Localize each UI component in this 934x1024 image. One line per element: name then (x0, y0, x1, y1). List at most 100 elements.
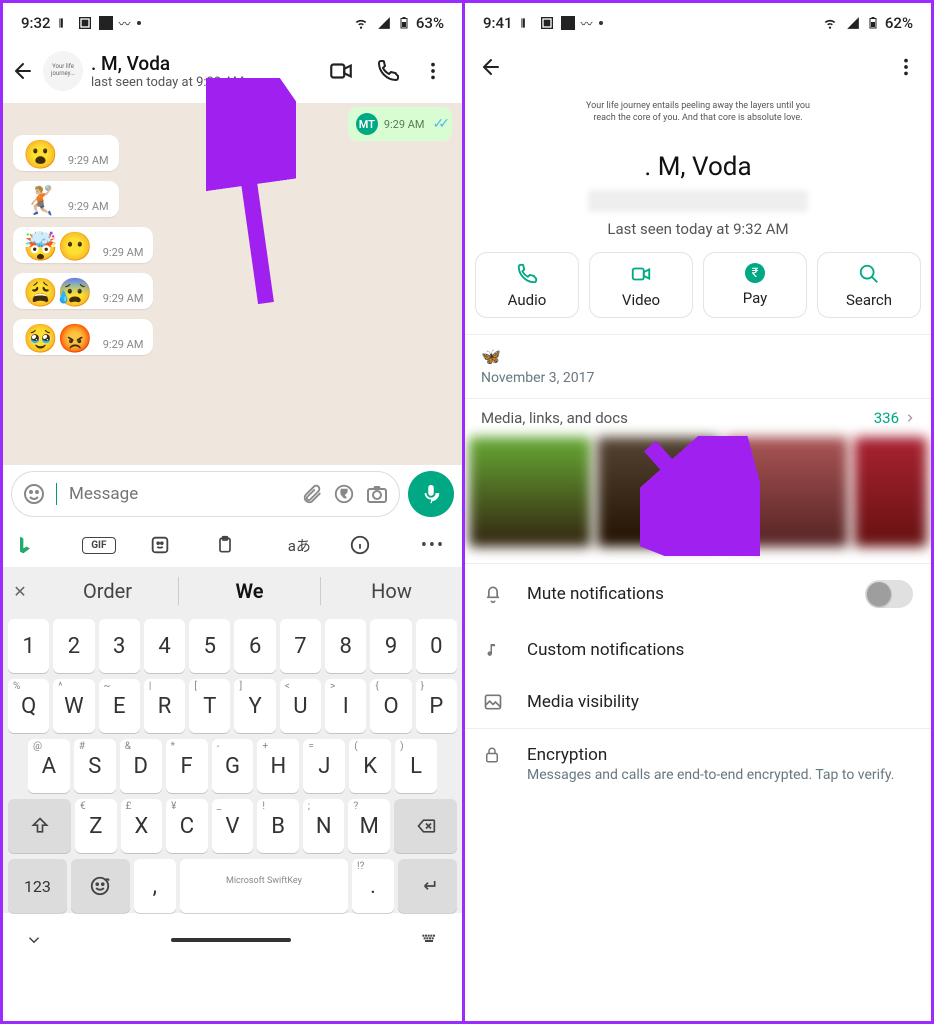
collapse-keyboard[interactable] (25, 931, 43, 949)
comma-key[interactable]: , (134, 859, 176, 913)
symbols-key[interactable]: 123 (8, 859, 67, 913)
key-3[interactable]: 3 (99, 619, 140, 673)
emoji-picker-icon[interactable] (22, 482, 46, 506)
key-v[interactable]: _V (212, 799, 254, 853)
contact-title-area[interactable]: . M, Voda last seen today at 9:32 AM (91, 52, 328, 90)
key-o[interactable]: {O (370, 679, 411, 733)
key-a[interactable]: @A (28, 739, 70, 793)
encryption-row[interactable]: Encryption Messages and calls are end-to… (465, 729, 931, 799)
incoming-message[interactable]: 🥹😡9:29 AM (13, 319, 153, 355)
voice-call-button[interactable] (376, 59, 400, 83)
key-x[interactable]: £X (121, 799, 163, 853)
translate-icon[interactable]: aあ (282, 535, 316, 556)
emoji-key[interactable] (71, 859, 130, 913)
key-i[interactable]: >I (325, 679, 366, 733)
clipboard-icon[interactable] (215, 534, 249, 556)
status-dot (599, 21, 603, 25)
more-menu-button[interactable] (895, 56, 917, 78)
about-section[interactable]: 🦋 November 3, 2017 (465, 335, 931, 399)
period-key[interactable]: !?. (352, 859, 394, 913)
gif-icon[interactable]: GIF (82, 537, 116, 554)
key-7[interactable]: 7 (280, 619, 321, 673)
key-0[interactable]: 0 (416, 619, 457, 673)
video-call-button[interactable]: Video (589, 252, 693, 318)
suggestion-word[interactable]: Order (37, 567, 178, 615)
shift-key[interactable] (8, 799, 71, 853)
key-k[interactable]: (K (349, 739, 391, 793)
sticker-icon[interactable] (149, 534, 183, 556)
key-9[interactable]: 9 (370, 619, 411, 673)
key-e[interactable]: ~E (99, 679, 140, 733)
dismiss-suggestions[interactable]: ✕ (3, 567, 37, 615)
key-2[interactable]: 2 (53, 619, 94, 673)
profile-picture[interactable]: Your life journey entails peeling away t… (583, 95, 813, 124)
settings-info-icon[interactable] (349, 534, 383, 556)
incoming-message[interactable]: 😮9:29 AM (13, 135, 119, 171)
key-b[interactable]: !B (257, 799, 299, 853)
mute-toggle[interactable] (865, 580, 913, 608)
key-y[interactable]: ]Y (234, 679, 275, 733)
key-u[interactable]: <U (280, 679, 321, 733)
key-j[interactable]: =J (303, 739, 345, 793)
key-4[interactable]: 4 (144, 619, 185, 673)
custom-notifications-row[interactable]: Custom notifications (465, 624, 931, 676)
voice-message-button[interactable] (408, 471, 454, 517)
media-thumbnail[interactable] (854, 437, 927, 547)
key-z[interactable]: €Z (75, 799, 117, 853)
media-thumbnail[interactable] (725, 437, 847, 547)
svg-text:₹: ₹ (341, 488, 347, 501)
key-c[interactable]: ¥C (166, 799, 208, 853)
outgoing-message[interactable]: MT 9:29 AM ✓✓ (348, 107, 452, 141)
message-text-field[interactable] (69, 484, 291, 504)
attach-icon[interactable] (301, 483, 323, 505)
incoming-message[interactable]: 🤾🏼9:29 AM (13, 181, 119, 217)
suggestion-word[interactable]: How (321, 567, 462, 615)
key-6[interactable]: 6 (234, 619, 275, 673)
media-links-docs-row[interactable]: Media, links, and docs 336 (465, 399, 931, 437)
key-g[interactable]: -G (212, 739, 254, 793)
audio-call-button[interactable]: Audio (475, 252, 579, 318)
messages-area[interactable]: MT 9:29 AM ✓✓ 😮9:29 AM 🤾🏼9:29 AM 🤯😶9:29 … (3, 103, 462, 465)
key-5[interactable]: 5 (189, 619, 230, 673)
back-button[interactable] (11, 59, 43, 83)
more-menu-button[interactable] (422, 60, 444, 82)
key-h[interactable]: +H (257, 739, 299, 793)
suggestion-word[interactable]: We (179, 567, 320, 615)
camera-icon[interactable] (365, 482, 389, 506)
key-t[interactable]: [T (189, 679, 230, 733)
keyboard-switch[interactable] (418, 932, 440, 948)
key-m[interactable]: ?M (348, 799, 390, 853)
contact-avatar[interactable]: Your life journey... (43, 51, 83, 91)
status-icon: 〰 (119, 15, 131, 32)
payment-icon[interactable]: ₹ (333, 483, 355, 505)
media-thumbnail[interactable] (469, 437, 591, 547)
media-thumbnail[interactable] (597, 437, 719, 547)
backspace-key[interactable] (394, 799, 457, 853)
key-d[interactable]: &D (120, 739, 162, 793)
message-input[interactable]: ₹ (11, 471, 400, 517)
video-call-button[interactable] (328, 58, 354, 84)
mute-notifications-row[interactable]: Mute notifications (465, 564, 931, 624)
home-indicator[interactable] (171, 938, 291, 942)
bing-icon[interactable] (15, 534, 49, 556)
key-1[interactable]: 1 (8, 619, 49, 673)
key-s[interactable]: #S (74, 739, 116, 793)
back-button[interactable] (479, 55, 503, 79)
key-l[interactable]: )L (395, 739, 437, 793)
signal-icon (845, 16, 861, 30)
pay-button[interactable]: ₹ Pay (703, 252, 807, 318)
enter-key[interactable] (398, 859, 457, 913)
search-button[interactable]: Search (817, 252, 921, 318)
more-icon[interactable]: ••• (416, 535, 450, 556)
key-n[interactable]: ;N (303, 799, 345, 853)
key-q[interactable]: %Q (8, 679, 49, 733)
media-visibility-row[interactable]: Media visibility (465, 676, 931, 728)
space-key[interactable]: Microsoft SwiftKey (180, 859, 348, 913)
key-8[interactable]: 8 (325, 619, 366, 673)
key-f[interactable]: *F (166, 739, 208, 793)
key-w[interactable]: ^W (53, 679, 94, 733)
incoming-message[interactable]: 🤯😶9:29 AM (13, 227, 153, 263)
key-p[interactable]: }P (416, 679, 457, 733)
incoming-message[interactable]: 😩😰9:29 AM (13, 273, 153, 309)
key-r[interactable]: |R (144, 679, 185, 733)
